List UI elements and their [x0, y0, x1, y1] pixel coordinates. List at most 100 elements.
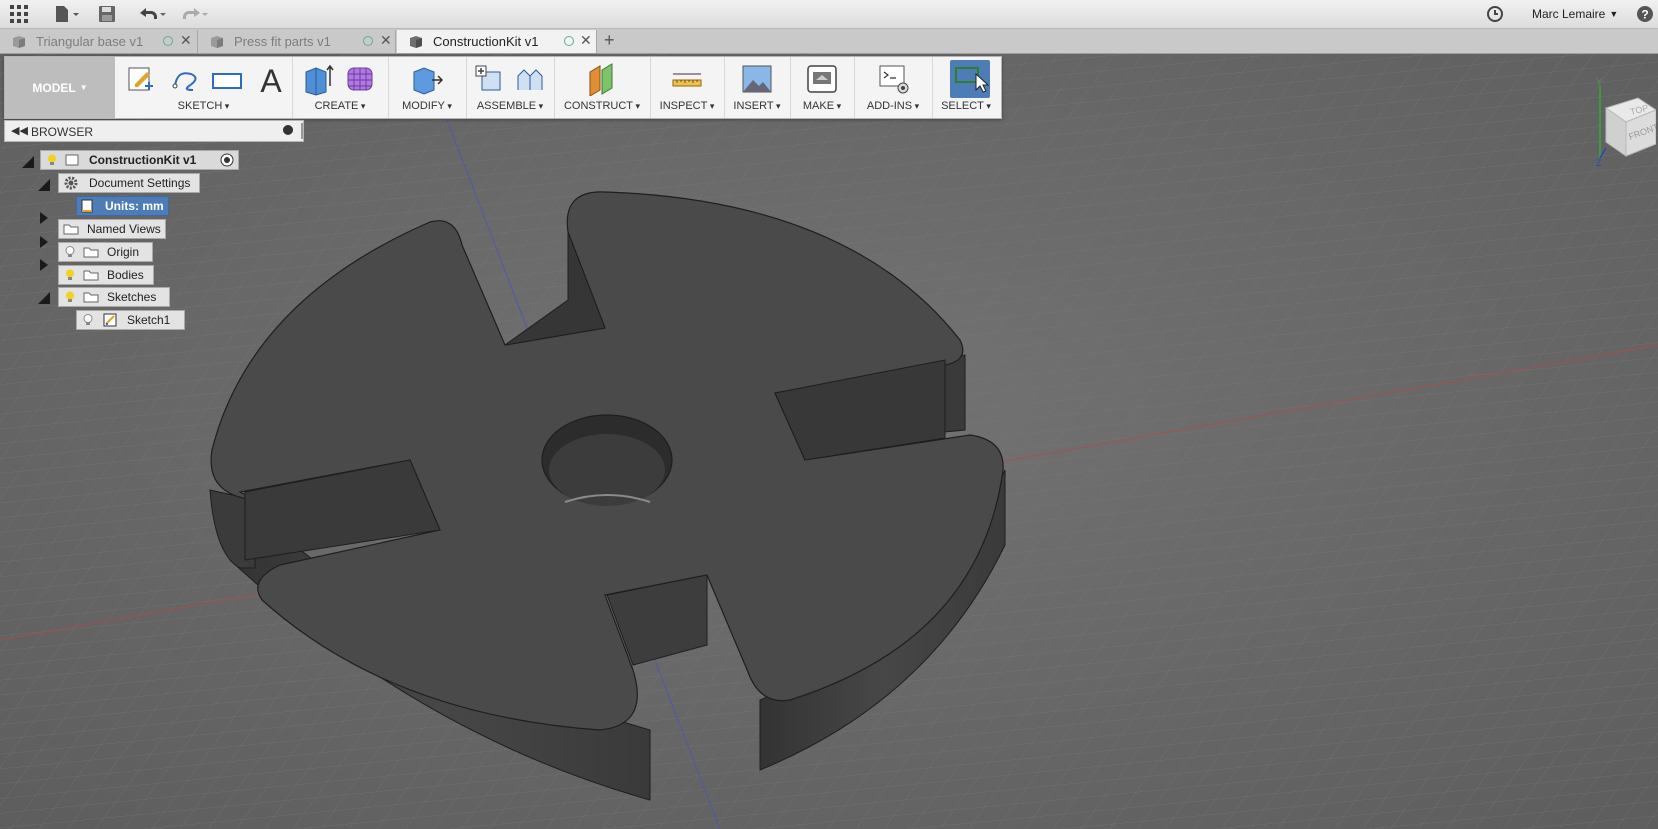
extrude-icon[interactable]: [300, 62, 336, 96]
tree-root-construction-kit[interactable]: ConstructionKit v1: [40, 150, 239, 170]
minimize-browser-icon[interactable]: [283, 125, 293, 135]
file-menu-icon[interactable]: [54, 4, 80, 24]
expand-toggle-icon[interactable]: [22, 156, 34, 168]
tree-item-named-views[interactable]: Named Views: [58, 219, 166, 239]
folder-icon: [83, 247, 99, 258]
document-icon: [65, 154, 79, 166]
tab-press-fit-parts[interactable]: Press fit parts v1 ✕: [198, 30, 396, 53]
modify-group: MODIFY: [388, 57, 467, 118]
close-tab-icon[interactable]: ✕: [180, 32, 192, 49]
folder-icon: [63, 224, 79, 235]
assemble-menu[interactable]: ASSEMBLE: [466, 100, 554, 112]
visibility-bulb-icon[interactable]: [83, 314, 93, 326]
z-axis-indicator: [1599, 147, 1607, 159]
saved-status-icon: [564, 36, 574, 46]
select-tool-button[interactable]: [950, 60, 990, 98]
visibility-bulb-icon[interactable]: [47, 154, 57, 166]
addins-menu[interactable]: ADD-INS: [854, 100, 932, 112]
expand-arrow-icon[interactable]: [40, 212, 48, 224]
new-tab-plus-icon[interactable]: +: [604, 30, 615, 50]
expand-arrow-icon[interactable]: [40, 259, 48, 271]
assemble-group: ASSEMBLE: [466, 57, 555, 118]
workspace-label: MODEL: [32, 80, 76, 95]
insert-menu[interactable]: INSERT: [724, 100, 790, 112]
tree-item-label: Units: mm: [105, 199, 164, 213]
create-group: CREATE: [292, 57, 389, 118]
expand-arrow-icon[interactable]: [40, 236, 48, 248]
sketch-icon: [103, 313, 117, 327]
workspace-switcher-button[interactable]: MODEL ▼: [5, 57, 115, 118]
close-tab-icon[interactable]: ✕: [580, 32, 592, 49]
apps-grid-icon[interactable]: [10, 4, 28, 24]
visibility-bulb-icon[interactable]: [65, 291, 75, 303]
tab-construction-kit[interactable]: ConstructionKit v1 ✕: [397, 30, 597, 53]
3d-print-icon[interactable]: [804, 62, 840, 96]
insert-image-icon[interactable]: [739, 62, 775, 96]
measure-icon[interactable]: [669, 62, 705, 96]
z-axis-label: Z: [1596, 158, 1602, 166]
tree-item-bodies[interactable]: Bodies: [58, 265, 154, 285]
offset-plane-icon[interactable]: [584, 62, 620, 96]
close-tab-icon[interactable]: ✕: [380, 32, 392, 49]
saved-status-icon: [163, 36, 173, 46]
component-icon: [410, 36, 422, 48]
form-create-icon[interactable]: [342, 62, 378, 96]
create-sketch-icon[interactable]: [123, 62, 159, 96]
undo-icon[interactable]: [138, 4, 168, 24]
new-component-icon[interactable]: [472, 62, 508, 96]
construct-menu[interactable]: CONSTRUCT: [554, 100, 650, 112]
select-menu[interactable]: SELECT: [932, 100, 1000, 112]
browser-title: BROWSER: [31, 125, 94, 139]
press-pull-icon[interactable]: [408, 62, 444, 96]
activate-radio-icon[interactable]: [220, 153, 234, 167]
make-group: MAKE: [790, 57, 855, 118]
job-status-clock-icon[interactable]: [1486, 4, 1504, 24]
insert-group: INSERT: [724, 57, 791, 118]
visibility-bulb-icon[interactable]: [65, 246, 75, 258]
joint-icon[interactable]: [512, 62, 548, 96]
scripts-addins-icon[interactable]: [876, 62, 912, 96]
visibility-bulb-icon[interactable]: [65, 269, 75, 281]
canvas-viewport[interactable]: [0, 54, 1658, 829]
resize-handle[interactable]: [301, 123, 303, 139]
view-cube[interactable]: TOP FRONT Y Z: [1582, 76, 1658, 168]
y-axis-label: Y: [1596, 77, 1602, 87]
inspect-menu[interactable]: INSPECT: [650, 100, 724, 112]
help-icon[interactable]: ?: [1636, 4, 1654, 24]
folder-icon: [83, 292, 99, 303]
3d-canvas[interactable]: [0, 54, 1658, 829]
browser-panel-header: ◀◀ BROWSER: [4, 120, 304, 142]
user-account-menu[interactable]: Marc Lemaire ▼: [1532, 4, 1618, 24]
main-toolbar: MODEL ▼ A SKETCH CREATE MODIFY ASSEMBLE …: [4, 56, 1002, 119]
folder-icon: [83, 270, 99, 281]
expand-toggle-icon[interactable]: [38, 179, 50, 191]
create-menu[interactable]: CREATE: [292, 100, 388, 112]
tree-item-document-settings[interactable]: Document Settings: [58, 173, 200, 193]
tree-root-label: ConstructionKit v1: [89, 153, 197, 167]
tree-item-origin[interactable]: Origin: [58, 242, 153, 262]
saved-status-icon: [363, 36, 373, 46]
tree-item-label: Named Views: [87, 222, 161, 236]
svg-text:?: ?: [1641, 8, 1648, 22]
rectangle-tool-icon[interactable]: [209, 62, 245, 96]
select-cursor-icon: [955, 67, 990, 93]
title-bar: Marc Lemaire ▼ ?: [0, 0, 1658, 29]
expand-toggle-icon[interactable]: [38, 292, 50, 304]
tree-item-label: Document Settings: [89, 176, 191, 190]
make-menu[interactable]: MAKE: [790, 100, 854, 112]
text-tool-icon[interactable]: A: [253, 62, 289, 96]
tab-label: Press fit parts v1: [234, 34, 331, 49]
save-icon[interactable]: [98, 4, 116, 24]
addins-group: ADD-INS: [854, 57, 933, 118]
tree-item-sketches[interactable]: Sketches: [58, 287, 170, 307]
tab-triangular-base[interactable]: Triangular base v1 ✕: [0, 30, 198, 53]
tab-label: ConstructionKit v1: [433, 34, 539, 49]
tree-item-label: Sketches: [107, 290, 157, 304]
line-tool-icon[interactable]: [167, 62, 203, 96]
tree-item-sketch1[interactable]: Sketch1: [76, 310, 185, 330]
modify-menu[interactable]: MODIFY: [388, 100, 466, 112]
redo-icon[interactable]: [180, 4, 210, 24]
sketch-menu[interactable]: SKETCH: [115, 100, 292, 112]
collapse-browser-icon[interactable]: ◀◀: [11, 124, 28, 137]
tree-item-units[interactable]: Units: mm: [76, 196, 169, 216]
